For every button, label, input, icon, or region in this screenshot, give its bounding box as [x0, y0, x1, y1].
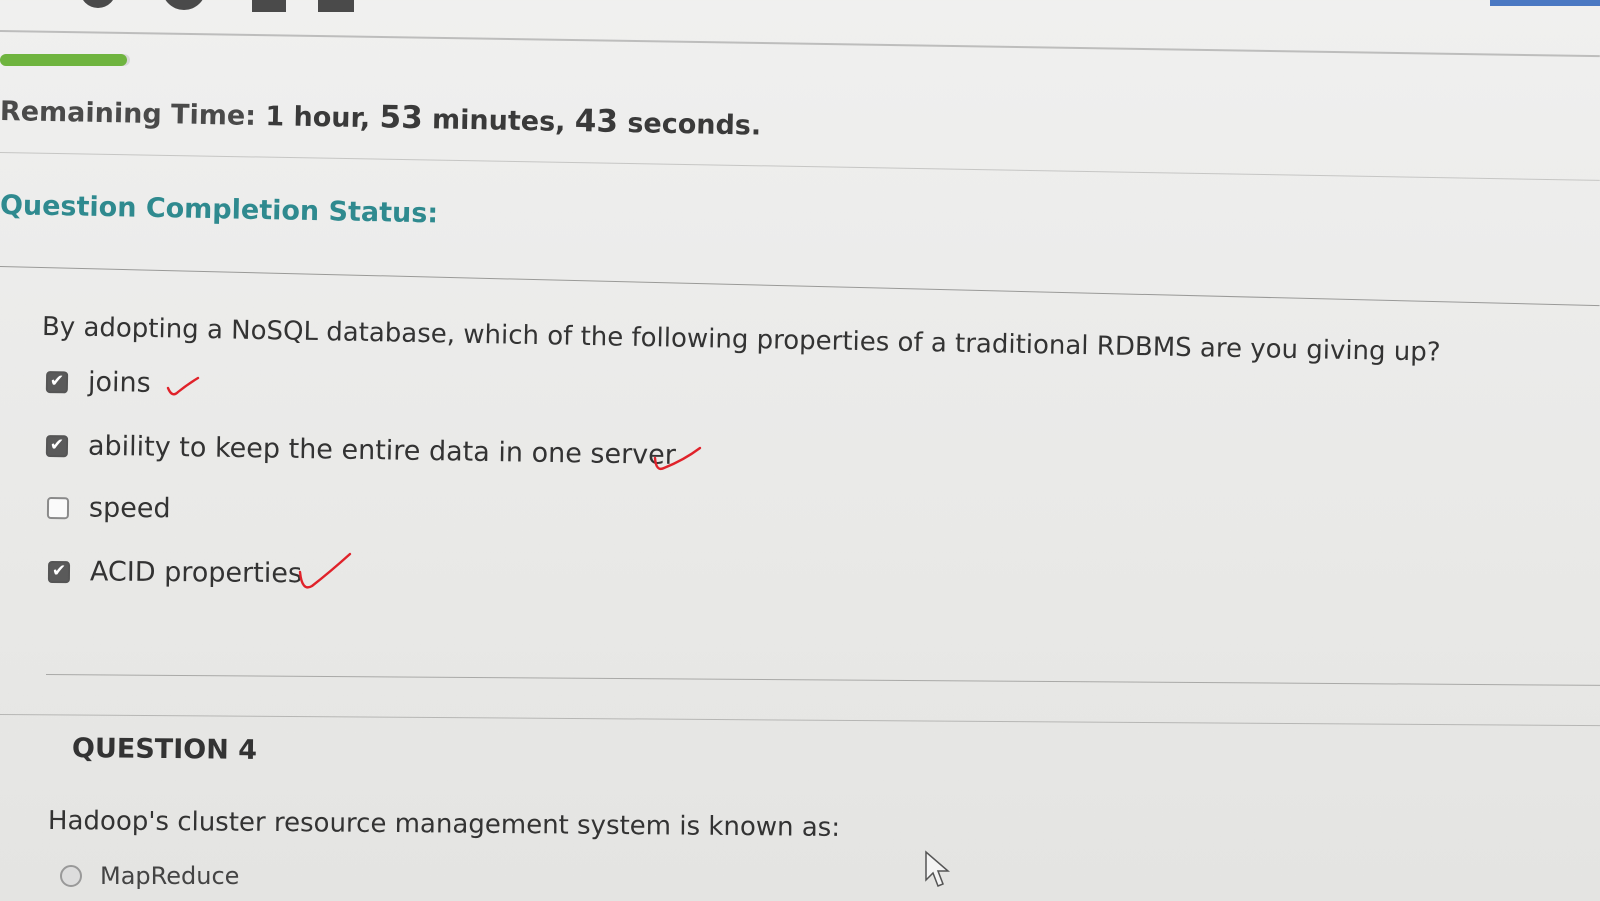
handwritten-check-icon	[166, 376, 200, 396]
checkbox[interactable]: ✔	[47, 560, 71, 583]
option-mapreduce[interactable]: MapReduce	[60, 862, 239, 890]
option-label: joins	[87, 366, 151, 399]
progress-bar	[0, 54, 130, 66]
remaining-time-minutes: 53	[379, 99, 424, 137]
option-label: ability to keep the entire data in one s…	[87, 430, 677, 471]
option-label: MapReduce	[100, 862, 240, 890]
option-speed[interactable]: speed	[46, 492, 171, 525]
mouse-cursor-icon	[925, 850, 951, 887]
checkbox[interactable]: ✔	[45, 434, 69, 457]
checkbox[interactable]	[46, 496, 70, 519]
option-one-server[interactable]: ✔ ability to keep the entire data in one…	[45, 430, 677, 471]
remaining-time-seconds-unit: seconds.	[617, 107, 762, 142]
checkmark-icon: ✔	[49, 371, 65, 392]
divider	[0, 152, 1600, 181]
header-accent-bar	[1490, 0, 1600, 6]
handwritten-check-icon	[653, 446, 702, 471]
toolbar-icon-2[interactable]	[162, 0, 206, 10]
option-acid[interactable]: ✔ ACID properties	[47, 556, 303, 590]
checkbox[interactable]: ✔	[45, 370, 69, 393]
remaining-time-minutes-unit: minutes,	[422, 104, 576, 139]
checkmark-icon: ✔	[49, 435, 65, 456]
question-completion-status[interactable]: Question Completion Status:	[0, 190, 438, 229]
remaining-time-seconds: 43	[574, 103, 619, 140]
divider	[0, 266, 1600, 307]
remaining-time-hours: 1 hour,	[265, 101, 380, 135]
remaining-time: Remaining Time: 1 hour, 53 minutes, 43 s…	[0, 92, 762, 143]
divider	[0, 714, 1600, 727]
toolbar-icon-1[interactable]	[80, 0, 116, 8]
option-joins[interactable]: ✔ joins	[45, 366, 151, 399]
question-text: By adopting a NoSQL database, which of t…	[41, 312, 1441, 368]
question-heading: QUESTION 4	[71, 733, 258, 766]
divider	[45, 674, 1600, 686]
option-label: ACID properties	[89, 556, 303, 590]
option-label: speed	[88, 492, 171, 525]
progress-bar-fill	[0, 54, 127, 66]
radio-button[interactable]	[60, 865, 82, 887]
remaining-time-label: Remaining Time:	[0, 96, 257, 132]
header-divider	[0, 30, 1600, 58]
question-text: Hadoop's cluster resource management sys…	[47, 806, 841, 843]
handwritten-check-icon	[298, 552, 352, 589]
toolbar-icon-3[interactable]	[252, 0, 286, 12]
toolbar-icon-4[interactable]	[318, 0, 354, 12]
checkmark-icon: ✔	[51, 561, 67, 582]
